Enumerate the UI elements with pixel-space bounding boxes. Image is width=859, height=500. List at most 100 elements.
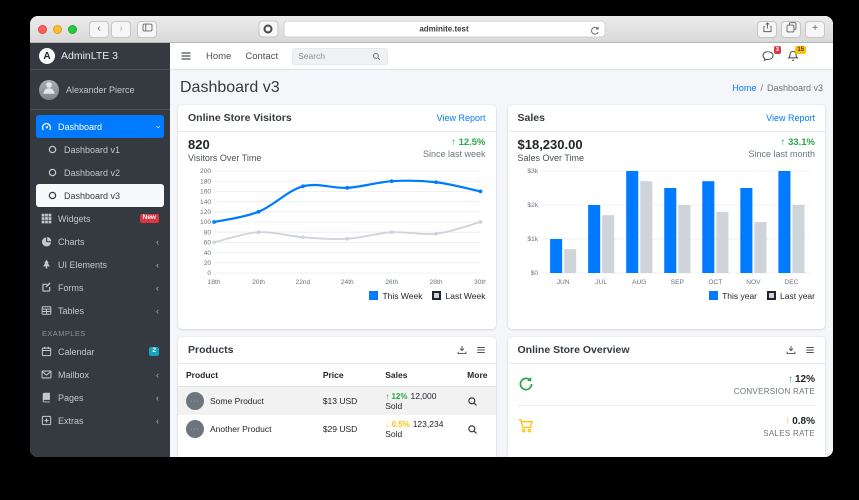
- top-navbar: Home Contact 3 15: [170, 43, 833, 70]
- search-icon[interactable]: [372, 52, 381, 61]
- download-icon[interactable]: [786, 345, 796, 355]
- browser-back-button[interactable]: ‹: [89, 20, 109, 38]
- circle-icon: [47, 167, 58, 178]
- page-title: Dashboard v3: [180, 79, 280, 96]
- overview-delta: 12%: [794, 374, 815, 385]
- sales-value: $18,230.00: [517, 137, 583, 152]
- svg-text:JUL: JUL: [595, 279, 607, 286]
- sidebar-item-label: Dashboard v2: [64, 167, 121, 178]
- svg-text:0: 0: [207, 270, 211, 277]
- brand[interactable]: A AdminLTE 3: [30, 43, 170, 70]
- breadcrumb-home-link[interactable]: Home: [732, 83, 756, 93]
- pie-icon: [41, 236, 52, 247]
- url-text: adminite.test: [419, 24, 469, 34]
- download-icon[interactable]: [457, 345, 467, 355]
- navbar-search: [292, 47, 389, 65]
- products-card-title: Products: [188, 344, 234, 356]
- products-table: Product Price Sales More ··· Some Product $13…: [178, 364, 496, 443]
- zoom-window-button[interactable]: [68, 24, 77, 34]
- magnifier-icon[interactable]: [467, 396, 478, 407]
- envelope-icon: [41, 369, 52, 380]
- extension-button[interactable]: [258, 20, 278, 38]
- sidebar-item-dashboard-v1[interactable]: Dashboard v1: [36, 138, 164, 161]
- sidebar-item-tables[interactable]: Tables ‹: [36, 299, 164, 322]
- overview-card-title: Online Store Overview: [517, 344, 630, 356]
- circle-icon: [47, 144, 58, 155]
- svg-text:22nd: 22nd: [296, 279, 311, 286]
- legend-swatch-icon: [369, 291, 379, 301]
- sidebar-item-forms[interactable]: Forms ‹: [36, 276, 164, 299]
- sales-view-report-link[interactable]: View Report: [766, 113, 815, 123]
- cart-icon: [518, 418, 534, 434]
- svg-text:140: 140: [200, 199, 211, 206]
- visitors-view-report-link[interactable]: View Report: [437, 113, 486, 123]
- sidebar-item-label: Widgets: [58, 213, 91, 224]
- chevron-left-icon: ‹: [156, 259, 159, 270]
- minimize-window-button[interactable]: [53, 24, 62, 34]
- sidebar-item-dashboard-v2[interactable]: Dashboard v2: [36, 161, 164, 184]
- browser-forward-button[interactable]: ›: [111, 20, 131, 38]
- new-tab-button[interactable]: +: [805, 20, 825, 38]
- grid-menu-icon[interactable]: [812, 51, 823, 62]
- page: A AdminLTE 3 Alexander Pierce Dashboard ‹…: [30, 43, 833, 457]
- notifications-menu[interactable]: 15: [787, 46, 806, 62]
- navbar-link-contact[interactable]: Contact: [245, 51, 278, 62]
- svg-text:$3k: $3k: [527, 168, 538, 175]
- hamburger-icon[interactable]: [180, 50, 192, 62]
- traffic-lights: [38, 24, 77, 34]
- messages-menu[interactable]: 3: [762, 46, 781, 62]
- overview-label: SALES RATE: [763, 429, 815, 438]
- breadcrumb-current: Dashboard v3: [766, 83, 823, 93]
- bars-icon[interactable]: [805, 345, 815, 355]
- sidebar-item-dashboard-v3[interactable]: Dashboard v3: [36, 184, 164, 207]
- sidebar: A AdminLTE 3 Alexander Pierce Dashboard ‹…: [30, 43, 170, 457]
- search-input[interactable]: [298, 51, 369, 61]
- legend-item[interactable]: Last Week: [432, 291, 486, 301]
- sales-delta-note: Since last month: [748, 148, 815, 159]
- sidebar-item-ui-elements[interactable]: UI Elements ‹: [36, 253, 164, 276]
- breadcrumb-separator: /: [760, 83, 763, 93]
- circle-icon: [47, 190, 58, 201]
- overview-row: ↑ 0.8% SALES RATE: [508, 406, 826, 447]
- product-price: $13 USD: [322, 396, 358, 406]
- reload-icon[interactable]: [589, 24, 600, 35]
- visitors-value: 820: [188, 137, 210, 152]
- table-row: ··· Another Product $29 USD ↓ 0.5% 123,234 S…: [178, 415, 496, 443]
- sidebar-item-label: Tables: [58, 305, 85, 316]
- table-icon: [41, 305, 52, 316]
- sidebar-item-widgets[interactable]: Widgets New: [36, 207, 164, 230]
- legend-item[interactable]: This Week: [369, 291, 422, 301]
- comments-icon: [762, 50, 774, 62]
- legend-swatch-icon: [432, 291, 442, 301]
- bars-icon[interactable]: [476, 345, 486, 355]
- sidebar-item-dashboard[interactable]: Dashboard ‹: [36, 115, 164, 138]
- visitors-card-title: Online Store Visitors: [188, 112, 292, 124]
- sidebar-item-mailbox[interactable]: Mailbox ‹: [36, 363, 164, 386]
- magnifier-icon[interactable]: [467, 424, 478, 435]
- close-window-button[interactable]: [38, 24, 47, 34]
- sidebar-item-pages[interactable]: Pages ‹: [36, 386, 164, 409]
- sidebar-item-charts[interactable]: Charts ‹: [36, 230, 164, 253]
- sales-bar-chart: $0 $1k $2k $3k JUN JUL AUG SEP OCT NOV DEC: [527, 168, 810, 286]
- show-tabs-button[interactable]: [781, 20, 801, 38]
- up-arrow-icon: ↑ 12%: [385, 392, 408, 401]
- legend-label: This year: [722, 290, 758, 301]
- share-button[interactable]: [757, 20, 777, 38]
- overview-card: Online Store Overview ↑ 12% CONVERSION RAT…: [507, 337, 826, 457]
- navbar-link-home[interactable]: Home: [206, 51, 231, 62]
- sidebar-item-label: Dashboard v3: [64, 190, 121, 201]
- svg-text:120: 120: [200, 209, 211, 216]
- sidebar-item-label: Mailbox: [58, 369, 90, 380]
- chevron-left-icon: ‹: [156, 392, 159, 403]
- content-area: Dashboard v3 Home / Dashboard v3 Online …: [170, 70, 833, 457]
- svg-text:20th: 20th: [252, 279, 265, 286]
- user-panel[interactable]: Alexander Pierce: [30, 70, 170, 110]
- sidebar-item-calendar[interactable]: Calendar 2: [36, 340, 164, 363]
- sidebar-item-extras[interactable]: Extras ‹: [36, 409, 164, 432]
- legend-item[interactable]: This year: [709, 291, 757, 301]
- address-bar[interactable]: adminite.test: [283, 20, 605, 38]
- legend-item[interactable]: Last year: [767, 291, 815, 301]
- adminlte-logo-icon: A: [39, 48, 55, 64]
- browser-sidebar-toggle-button[interactable]: [137, 20, 157, 38]
- svg-text:80: 80: [204, 229, 212, 236]
